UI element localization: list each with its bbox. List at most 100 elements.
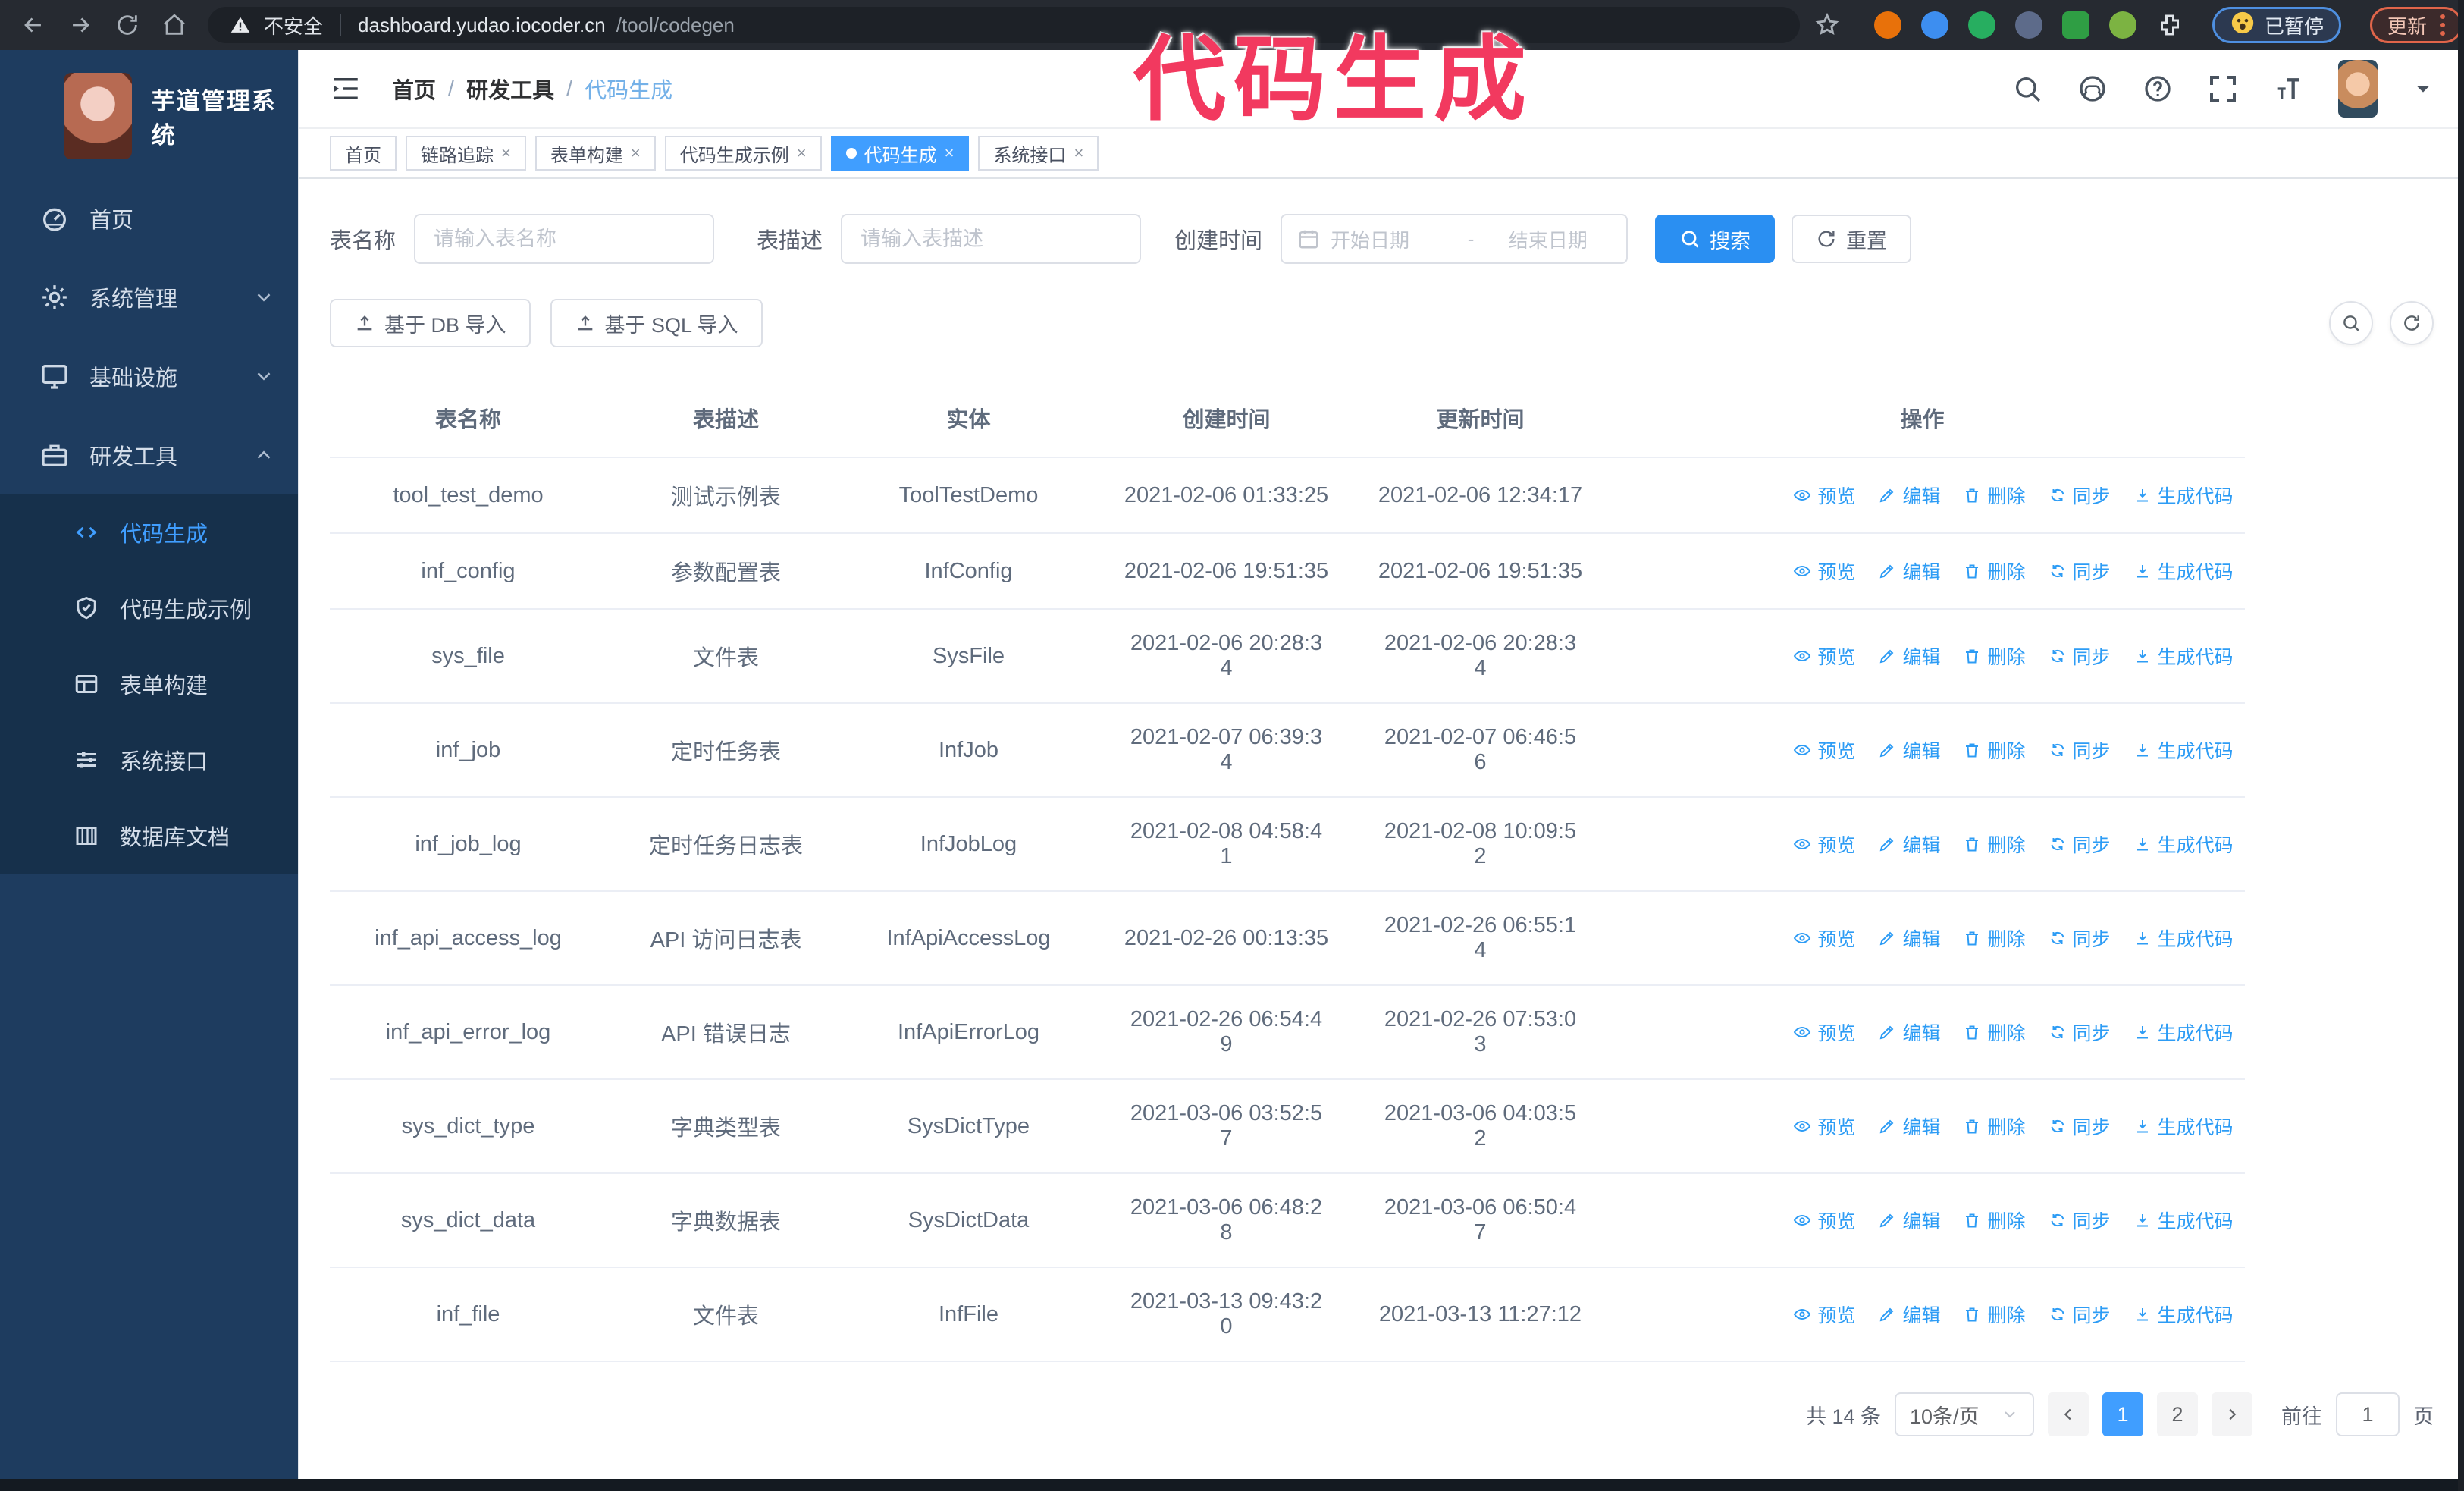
sync-action[interactable]: 同步 xyxy=(2049,1207,2111,1234)
edit-action[interactable]: 编辑 xyxy=(1878,830,1940,858)
preview-action[interactable]: 预览 xyxy=(1793,482,1855,509)
generate-code-action[interactable]: 生成代码 xyxy=(2133,642,2234,670)
delete-action[interactable]: 删除 xyxy=(1963,1019,2026,1046)
address-bar[interactable]: 不安全 dashboard.yudao.iocoder.cn/tool/code… xyxy=(208,7,1800,43)
home-icon[interactable] xyxy=(155,5,194,45)
sync-action[interactable]: 同步 xyxy=(2049,736,2111,764)
sidebar-item-3[interactable]: 研发工具 xyxy=(0,416,298,494)
extension-orange-icon[interactable] xyxy=(1874,11,1901,39)
sidebar-subitem-0[interactable]: 代码生成 xyxy=(0,494,298,570)
sync-action[interactable]: 同步 xyxy=(2049,482,2111,509)
delete-action[interactable]: 删除 xyxy=(1963,1113,2026,1140)
close-icon[interactable]: × xyxy=(797,143,807,163)
table-name-input[interactable] xyxy=(414,214,715,264)
fullscreen-icon[interactable] xyxy=(2208,74,2238,104)
show-search-toggle-button[interactable] xyxy=(2329,301,2373,345)
sidebar-subitem-2[interactable]: 表单构建 xyxy=(0,646,298,722)
page-size-select[interactable]: 10条/页 xyxy=(1895,1392,2034,1436)
preview-action[interactable]: 预览 xyxy=(1793,924,1855,952)
url-path[interactable]: /tool/codegen xyxy=(616,14,735,37)
update-button[interactable]: 更新 xyxy=(2370,7,2463,43)
close-icon[interactable]: × xyxy=(631,143,641,163)
generate-code-action[interactable]: 生成代码 xyxy=(2133,1301,2234,1328)
breadcrumb-tools[interactable]: 研发工具 xyxy=(466,73,554,105)
back-icon[interactable] xyxy=(14,5,53,45)
edit-action[interactable]: 编辑 xyxy=(1878,1019,1940,1046)
sync-action[interactable]: 同步 xyxy=(2049,830,2111,858)
edit-action[interactable]: 编辑 xyxy=(1878,557,1940,585)
sync-action[interactable]: 同步 xyxy=(2049,1019,2111,1046)
tab-1[interactable]: 链路追踪 × xyxy=(406,136,526,171)
sidebar-item-1[interactable]: 系统管理 xyxy=(0,258,298,337)
edit-action[interactable]: 编辑 xyxy=(1878,736,1940,764)
delete-action[interactable]: 删除 xyxy=(1963,482,2026,509)
delete-action[interactable]: 删除 xyxy=(1963,1301,2026,1328)
forward-icon[interactable] xyxy=(61,5,100,45)
preview-action[interactable]: 预览 xyxy=(1793,736,1855,764)
start-date-placeholder[interactable]: 开始日期 xyxy=(1331,225,1457,253)
tab-4[interactable]: 代码生成 × xyxy=(830,136,970,171)
user-avatar[interactable] xyxy=(2338,60,2378,118)
generate-code-action[interactable]: 生成代码 xyxy=(2133,557,2234,585)
security-label[interactable]: 不安全 xyxy=(264,11,323,39)
close-icon[interactable]: × xyxy=(945,143,955,163)
page-number-2[interactable]: 2 xyxy=(2157,1392,2198,1436)
sidebar-subitem-3[interactable]: 系统接口 xyxy=(0,722,298,798)
delete-action[interactable]: 删除 xyxy=(1963,830,2026,858)
edit-action[interactable]: 编辑 xyxy=(1878,1113,1940,1140)
preview-action[interactable]: 预览 xyxy=(1793,1207,1855,1234)
sidebar-logo[interactable]: 芋道管理系统 xyxy=(0,50,298,179)
edit-action[interactable]: 编辑 xyxy=(1878,924,1940,952)
import-db-button[interactable]: 基于 DB 导入 xyxy=(330,299,531,347)
hamburger-icon[interactable] xyxy=(330,73,362,105)
sync-action[interactable]: 同步 xyxy=(2049,642,2111,670)
delete-action[interactable]: 删除 xyxy=(1963,1207,2026,1234)
caret-down-icon[interactable] xyxy=(2412,78,2434,99)
sidebar-item-2[interactable]: 基础设施 xyxy=(0,337,298,416)
tab-0[interactable]: 首页 xyxy=(330,136,397,171)
generate-code-action[interactable]: 生成代码 xyxy=(2133,736,2234,764)
reload-icon[interactable] xyxy=(108,5,147,45)
preview-action[interactable]: 预览 xyxy=(1793,557,1855,585)
date-range-picker[interactable]: 开始日期 - 结束日期 xyxy=(1281,214,1629,264)
delete-action[interactable]: 删除 xyxy=(1963,557,2026,585)
sync-action[interactable]: 同步 xyxy=(2049,1113,2111,1140)
extension-green-bot-icon[interactable] xyxy=(2109,11,2136,39)
extension-puzzle-icon[interactable] xyxy=(2156,11,2183,39)
github-icon[interactable] xyxy=(2077,74,2108,104)
refresh-table-button[interactable] xyxy=(2390,301,2434,345)
edit-action[interactable]: 编辑 xyxy=(1878,1301,1940,1328)
preview-action[interactable]: 预览 xyxy=(1793,1019,1855,1046)
reset-button[interactable]: 重置 xyxy=(1792,215,1912,263)
generate-code-action[interactable]: 生成代码 xyxy=(2133,924,2234,952)
goto-page-input[interactable] xyxy=(2336,1392,2400,1436)
tab-5[interactable]: 系统接口 × xyxy=(978,136,1099,171)
extension-on-badge-icon[interactable] xyxy=(2062,11,2089,39)
breadcrumb-home[interactable]: 首页 xyxy=(392,73,436,105)
sync-action[interactable]: 同步 xyxy=(2049,557,2111,585)
next-page-button[interactable] xyxy=(2212,1392,2252,1436)
sync-action[interactable]: 同步 xyxy=(2049,924,2111,952)
url-host[interactable]: dashboard.yudao.iocoder.cn xyxy=(358,14,606,37)
extension-green-check-icon[interactable] xyxy=(1968,11,1995,39)
delete-action[interactable]: 删除 xyxy=(1963,736,2026,764)
sidebar-subitem-4[interactable]: 数据库文档 xyxy=(0,798,298,874)
close-icon[interactable]: × xyxy=(501,143,511,163)
generate-code-action[interactable]: 生成代码 xyxy=(2133,830,2234,858)
preview-action[interactable]: 预览 xyxy=(1793,1113,1855,1140)
edit-action[interactable]: 编辑 xyxy=(1878,642,1940,670)
browser-menu-icon[interactable] xyxy=(2440,14,2446,36)
edit-action[interactable]: 编辑 xyxy=(1878,1207,1940,1234)
bookmark-star-icon[interactable] xyxy=(1807,5,1847,45)
generate-code-action[interactable]: 生成代码 xyxy=(2133,1113,2234,1140)
tab-2[interactable]: 表单构建 × xyxy=(534,136,656,171)
sync-action[interactable]: 同步 xyxy=(2049,1301,2111,1328)
font-size-icon[interactable] xyxy=(2273,74,2303,104)
help-icon[interactable] xyxy=(2143,74,2173,104)
preview-action[interactable]: 预览 xyxy=(1793,830,1855,858)
search-button[interactable]: 搜索 xyxy=(1655,215,1776,263)
generate-code-action[interactable]: 生成代码 xyxy=(2133,1019,2234,1046)
import-sql-button[interactable]: 基于 SQL 导入 xyxy=(550,299,763,347)
search-icon[interactable] xyxy=(2012,74,2042,104)
delete-action[interactable]: 删除 xyxy=(1963,642,2026,670)
